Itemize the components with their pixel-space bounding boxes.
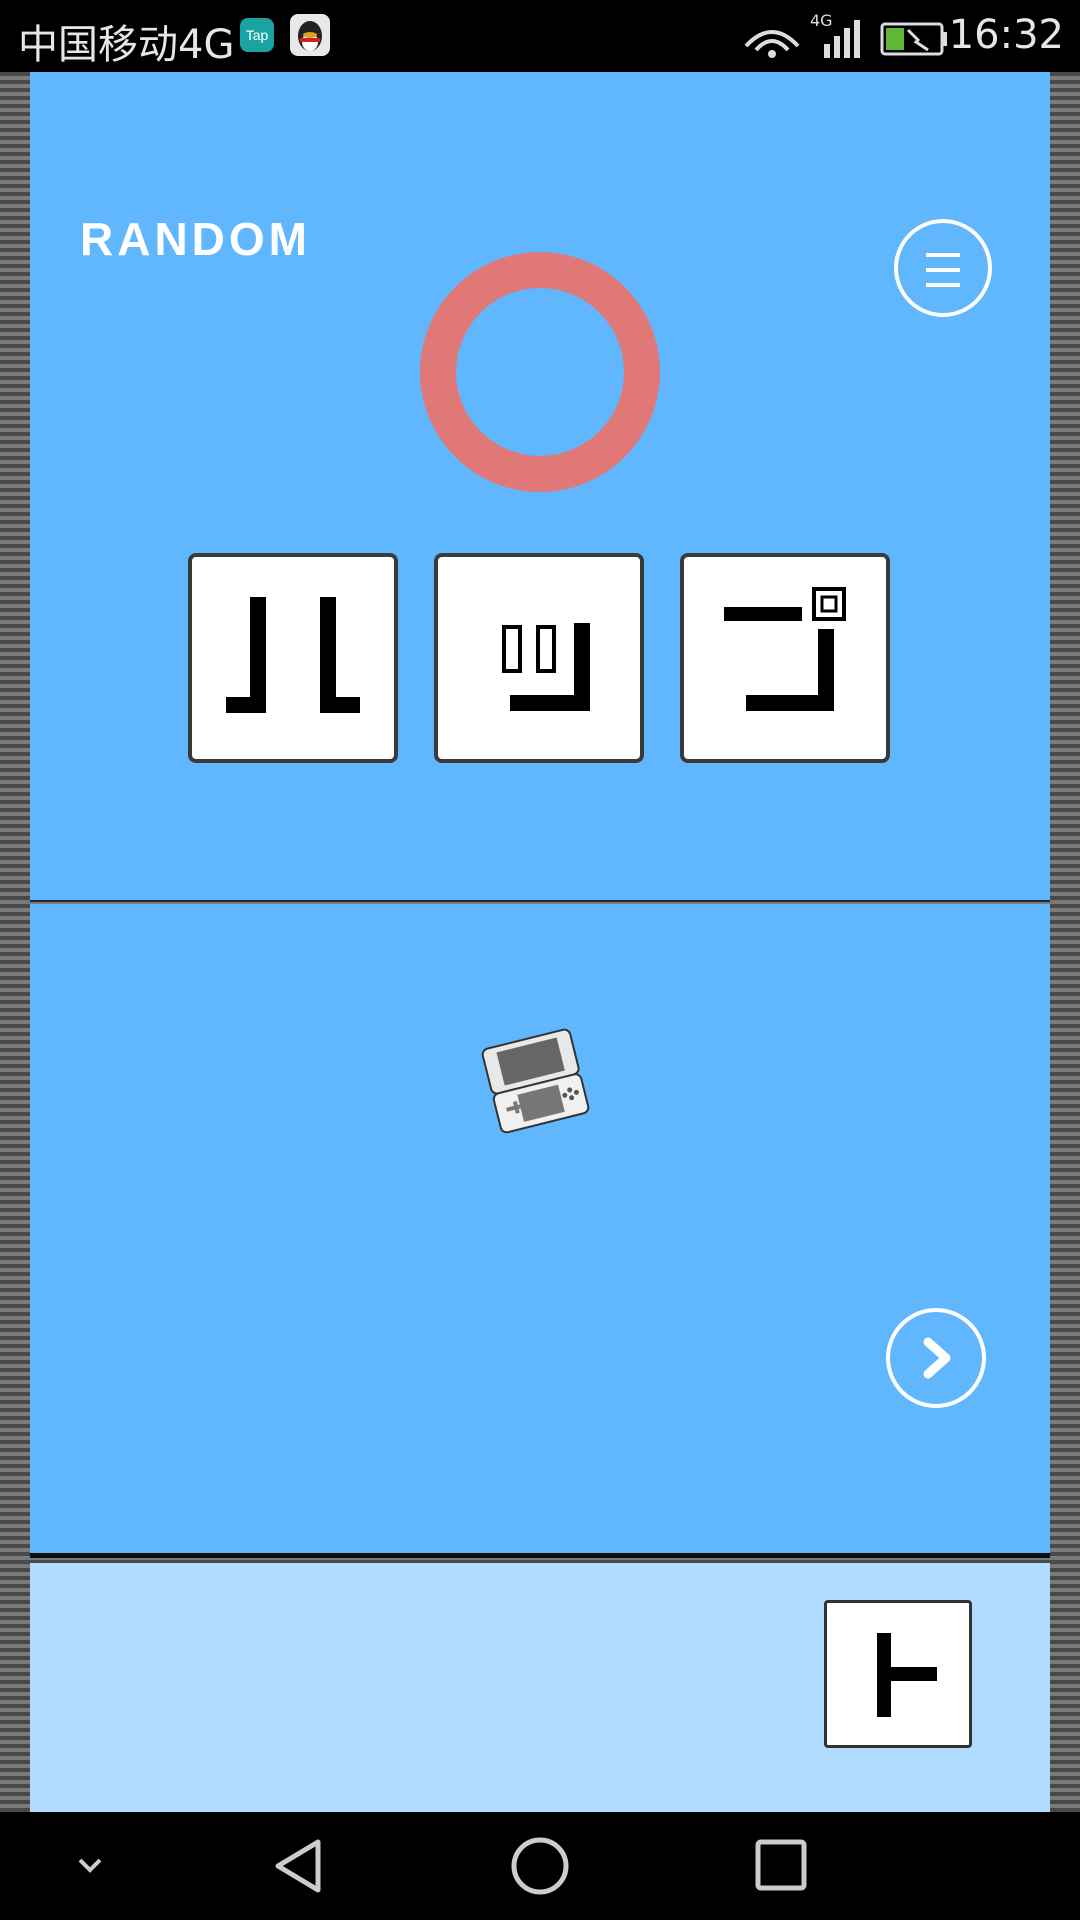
menu-button[interactable] (894, 219, 992, 317)
status-icons: 4G (740, 11, 950, 60)
game-console-icon[interactable] (470, 1024, 600, 1134)
glyph-icon (877, 1633, 937, 1717)
wifi-signal-battery-icon: 4G (744, 11, 947, 58)
hint-panel (30, 904, 1050, 1558)
glyph-icon (724, 587, 846, 711)
glyph-tile-1[interactable] (188, 553, 398, 763)
next-button[interactable] (886, 1308, 986, 1408)
mode-label: RANDOM (80, 213, 311, 265)
status-bar: 中国移动4G Tap 4G 16:32 (0, 0, 1080, 72)
answer-tray (30, 1563, 1050, 1812)
home-circle-icon[interactable] (510, 1836, 570, 1896)
carrier-label: 中国移动4G (18, 22, 235, 68)
tap-app-icon: Tap (240, 18, 274, 52)
glyph-tile-3[interactable] (680, 553, 890, 763)
network-type-label: 4G (810, 12, 833, 30)
back-triangle-icon[interactable] (270, 1836, 326, 1896)
recents-square-icon[interactable] (754, 1838, 808, 1892)
glyph-icon (502, 623, 590, 711)
glyph-tile-answer[interactable] (824, 1600, 972, 1748)
clock: 16:32 (948, 12, 1064, 58)
puzzle-panel: RANDOM (30, 72, 1050, 902)
glyph-tile-2[interactable] (434, 553, 644, 763)
chevron-down-icon[interactable] (72, 1850, 108, 1880)
qq-app-icon (290, 14, 330, 56)
chevron-right-icon (923, 1337, 951, 1379)
system-nav-bar (0, 1812, 1080, 1920)
game-screen: RANDOM (0, 72, 1080, 1812)
hamburger-menu-icon (926, 253, 960, 257)
glyph-icon (226, 597, 360, 713)
correct-circle-icon (420, 252, 660, 492)
